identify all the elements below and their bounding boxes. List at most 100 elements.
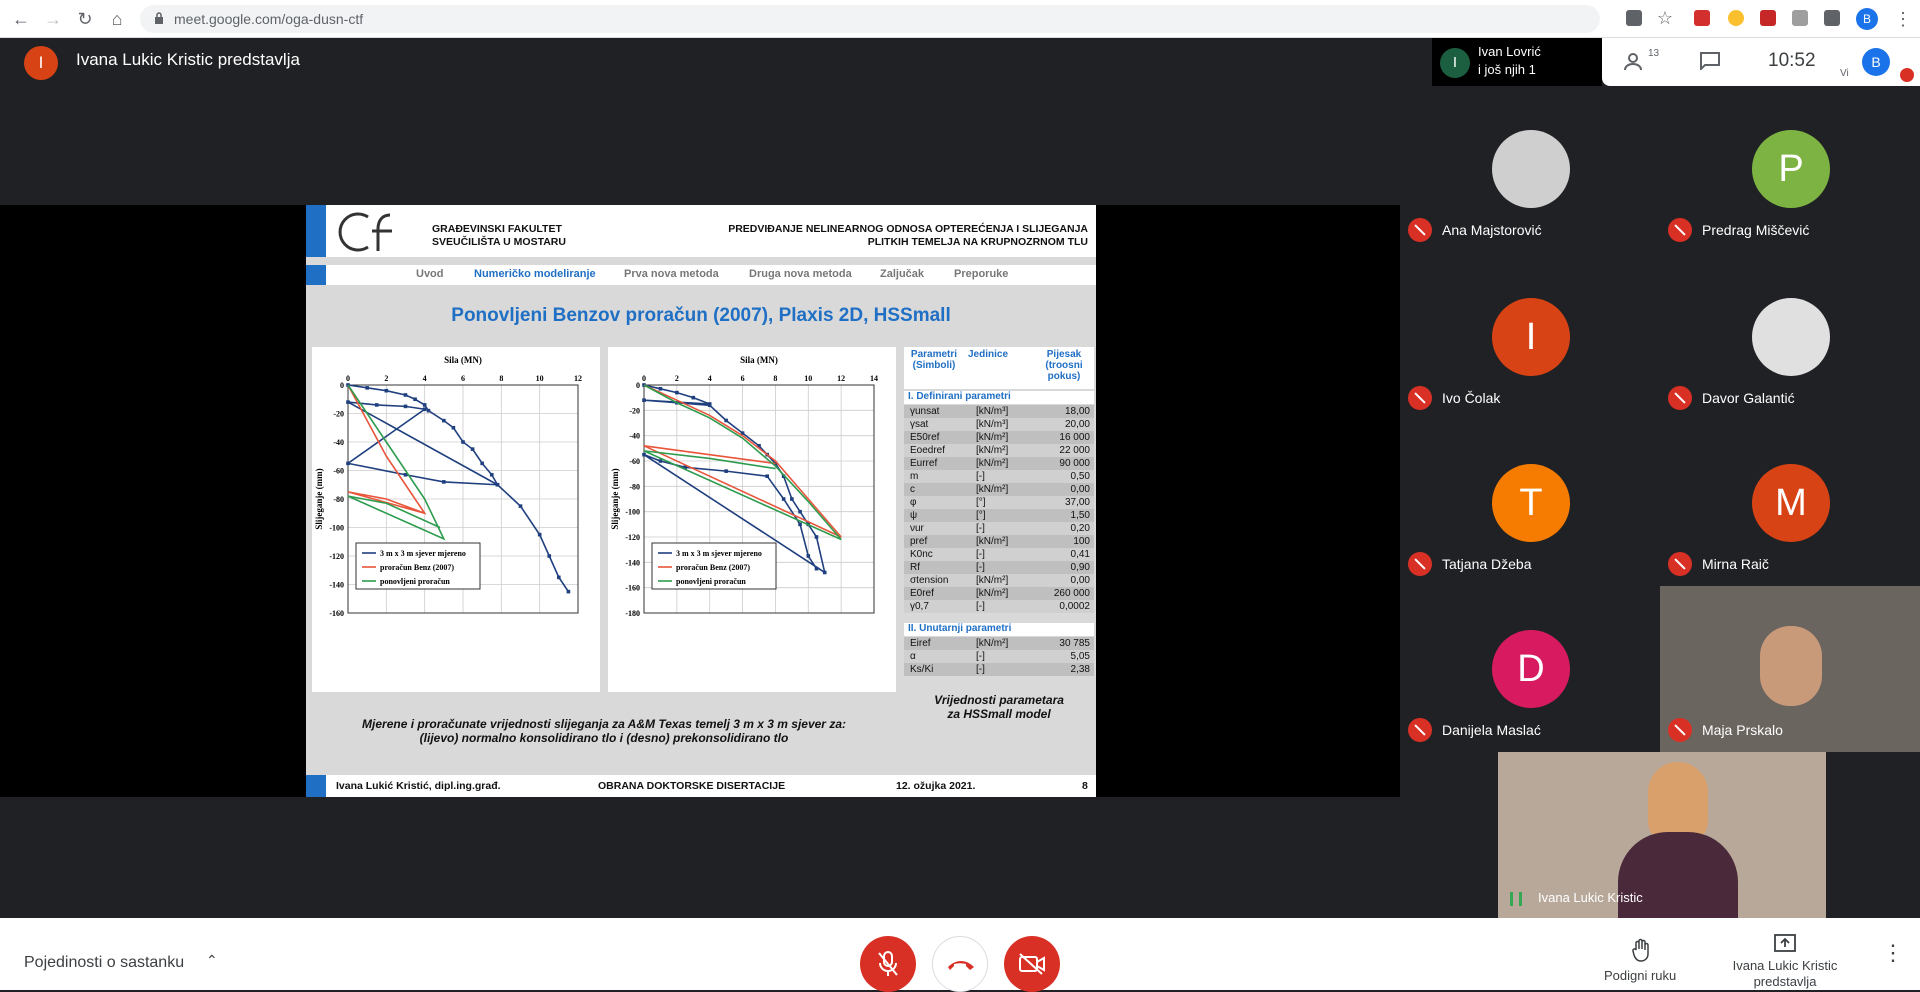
hand-icon[interactable] — [1632, 938, 1652, 962]
more-options-icon[interactable]: ⋮ — [1882, 940, 1904, 966]
star-icon[interactable]: ☆ — [1654, 8, 1676, 28]
table-cell: 22 000 — [1059, 445, 1090, 456]
data-point — [707, 403, 712, 408]
home-icon[interactable]: ⌂ — [106, 9, 128, 29]
table-row: K0nc [-] 0,41 — [904, 548, 1094, 561]
meeting-details-button[interactable]: Pojedinosti o sastanku — [24, 954, 184, 972]
table-cell: 37,00 — [1064, 497, 1090, 508]
x-tick-label: 10 — [536, 374, 544, 383]
footer-accent — [306, 775, 326, 797]
participant-tile[interactable]: D Danijela Maslać — [1400, 586, 1660, 752]
table-cell: 0,00 — [1070, 575, 1090, 586]
active-speaker-card: I Ivan Lovrić i još njih 1 — [1432, 38, 1602, 86]
data-point — [518, 504, 523, 508]
browser-toolbar: ← → ↻ ⌂ meet.google.com/oga-dusn-ctf ☆ B… — [0, 0, 1920, 38]
people-icon[interactable] — [1624, 52, 1650, 72]
extension-icon[interactable] — [1728, 10, 1744, 26]
table-caption-line1: Vrijednosti parametara — [934, 693, 1064, 707]
participant-tile[interactable]: Davor Galantić — [1660, 254, 1920, 420]
menu-item: Preporuke — [954, 268, 1009, 280]
participant-name: Maja Prskalo — [1702, 722, 1783, 738]
data-point — [489, 472, 494, 477]
table-cell: [kN/m²] — [976, 458, 1009, 469]
self-avatar[interactable]: B — [1862, 48, 1890, 76]
presenting-label-2: predstavlja — [1753, 974, 1817, 989]
table-cell: 0,20 — [1070, 523, 1090, 534]
slide-caption: Mjerene i proračunate vrijednosti slijeg… — [312, 717, 896, 745]
y-axis-label: Slijeganje (mm) — [314, 468, 324, 529]
data-point — [724, 418, 728, 423]
faculty-line1: GRAĐEVINSKI FAKULTET — [432, 223, 562, 235]
y-tick-label: 0 — [636, 381, 640, 390]
participant-tile[interactable]: T Tatjana Džeba — [1400, 420, 1660, 586]
table-row: m [-] 0,50 — [904, 470, 1094, 483]
mic-off-icon — [1900, 68, 1914, 82]
table-cell: E50ref — [910, 432, 940, 443]
participant-tile[interactable]: M Mirna Raič — [1660, 420, 1920, 586]
table-cell: α — [910, 651, 916, 662]
mic-toggle-button[interactable] — [860, 936, 916, 992]
slide-title: Ponovljeni Benzov proračun (2007), Plaxi… — [451, 305, 951, 326]
table-row: E0ref [kN/m²] 260 000 — [904, 587, 1094, 600]
profile-avatar[interactable]: B — [1856, 8, 1878, 30]
table-cell: γ0,7 — [910, 601, 929, 612]
self-video-tile[interactable]: Ivana Lukic Kristic — [1498, 752, 1826, 918]
raise-hand-label: Podigni ruku — [1604, 968, 1677, 983]
extension-icon[interactable] — [1760, 10, 1776, 26]
menu-dots-icon[interactable]: ⋮ — [1892, 9, 1914, 29]
table-row: Eurref [kN/m²] 90 000 — [904, 457, 1094, 470]
table-section-2: II. Unutarnji parametri — [904, 623, 1094, 636]
data-point — [658, 387, 663, 391]
camera-toggle-button[interactable] — [1004, 936, 1060, 992]
address-bar[interactable]: meet.google.com/oga-dusn-ctf — [140, 5, 1600, 33]
y-tick-label: -160 — [625, 584, 640, 593]
pdf-extension-icon[interactable] — [1694, 10, 1710, 26]
mic-off-icon — [1408, 718, 1432, 742]
x-tick-label: 2 — [675, 374, 679, 383]
camera-icon[interactable] — [1626, 10, 1642, 26]
participant-tile[interactable]: P Predrag Miščević — [1660, 86, 1920, 252]
leave-call-button[interactable] — [932, 936, 988, 992]
back-icon[interactable]: ← — [10, 9, 32, 29]
faculty-logo — [338, 212, 392, 252]
present-screen-icon[interactable] — [1774, 934, 1796, 952]
table-row: γsat [kN/m³] 20,00 — [904, 418, 1094, 431]
forward-icon[interactable]: → — [42, 9, 64, 29]
table-row: E50ref [kN/m²] 16 000 — [904, 431, 1094, 444]
puzzle-icon[interactable] — [1824, 10, 1840, 26]
participant-tile[interactable]: I Ivo Čolak — [1400, 254, 1660, 420]
mic-off-icon — [878, 951, 898, 976]
table-cell: 0,41 — [1070, 549, 1090, 560]
reload-icon[interactable]: ↻ — [74, 9, 96, 29]
chart-right: 0 2 4 6 8 10 12 14 0 -20 -40 -60 -80 -100 -120 -140 -160… — [608, 347, 896, 692]
x-tick-label: 14 — [870, 374, 878, 383]
speaker-avatar: I — [1440, 48, 1470, 78]
hangup-icon — [948, 961, 974, 970]
data-point — [451, 425, 456, 430]
legend-label: ponovljeni proračun — [380, 577, 450, 586]
table-cell: 1,50 — [1070, 510, 1090, 521]
data-point — [798, 509, 802, 514]
table-cell: 0,0002 — [1059, 601, 1090, 612]
data-point — [724, 469, 728, 473]
data-point — [547, 554, 552, 558]
x-tick-label: 6 — [741, 374, 745, 383]
table-cell: Ks/Ki — [910, 664, 934, 675]
table-cell: 5,05 — [1070, 651, 1090, 662]
thesis-line1: PREDVIĐANJE NELINEARNOG ODNOSA OPTEREĆEN… — [728, 223, 1088, 235]
person-silhouette — [1648, 762, 1708, 842]
data-point — [557, 575, 561, 580]
table-cell: [-] — [976, 562, 985, 573]
chat-icon[interactable] — [1700, 52, 1720, 70]
x-tick-label: 8 — [499, 374, 503, 383]
chevron-up-icon[interactable]: ⌃ — [206, 952, 218, 969]
extension-icon[interactable] — [1792, 10, 1808, 26]
data-point — [374, 403, 379, 407]
participant-tile[interactable]: Maja Prskalo — [1660, 586, 1920, 752]
presenter-avatar: I — [24, 46, 58, 80]
table-cell: [°] — [976, 510, 986, 521]
table-cell: ψ — [910, 510, 918, 521]
participant-tile[interactable]: Ana Majstorović — [1400, 86, 1660, 252]
y-tick-label: -100 — [329, 524, 344, 533]
x-tick-label: 10 — [804, 374, 812, 383]
